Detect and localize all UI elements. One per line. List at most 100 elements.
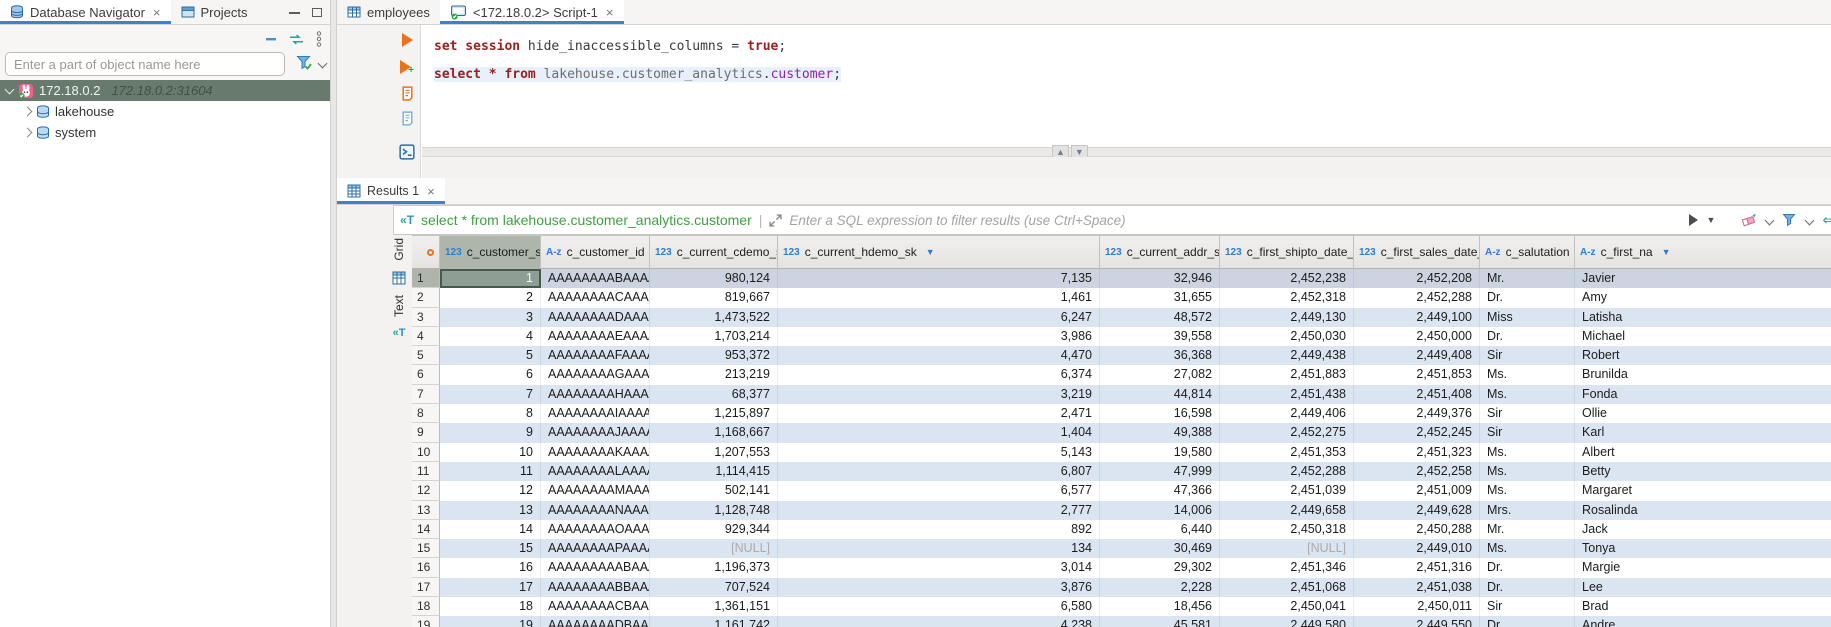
grid-cell[interactable]: 49,388 (1100, 423, 1220, 442)
row-number[interactable]: 7 (412, 385, 440, 404)
row-number[interactable]: 18 (412, 597, 440, 616)
grid-cell[interactable]: 213,219 (650, 365, 778, 384)
row-number[interactable]: 2 (412, 288, 440, 307)
row-number[interactable]: 19 (412, 616, 440, 627)
row-number[interactable]: 10 (412, 443, 440, 462)
grid-cell[interactable]: Mr. (1480, 520, 1575, 539)
grid-cell[interactable]: AAAAAAAACBAAAAAA (541, 597, 650, 616)
filter-input-placeholder[interactable]: Enter a SQL expression to filter results… (789, 213, 1125, 228)
grid-cell[interactable]: 1,361,151 (650, 597, 778, 616)
erase-options-chevron-icon[interactable] (1765, 215, 1775, 225)
view-menu-icon[interactable] (316, 31, 322, 47)
grid-cell[interactable]: AAAAAAAAFAAAAAAA (541, 346, 650, 365)
column-header-c_customer_id[interactable]: A-zc_customer_id▼ (541, 236, 650, 269)
grid-cell[interactable]: Rosalinda (1575, 501, 1831, 520)
filter-options-chevron-icon[interactable] (1805, 215, 1815, 225)
row-number[interactable]: 8 (412, 404, 440, 423)
filter-objects-icon[interactable] (296, 55, 313, 71)
tree-item-lakehouse[interactable]: lakehouse (0, 101, 330, 122)
grid-cell[interactable]: AAAAAAAABAAAAAAA (541, 269, 650, 288)
sql-line[interactable]: select * from lakehouse.customer_analyti… (434, 61, 1831, 89)
grid-cell[interactable]: 2,451,316 (1354, 558, 1480, 577)
grid-cell[interactable]: Ms. (1480, 443, 1575, 462)
grid-cell[interactable]: 2,449,376 (1354, 404, 1480, 423)
grid-cell[interactable]: 6,440 (1100, 520, 1220, 539)
grid-cell[interactable]: 1,196,373 (650, 558, 778, 577)
erase-filter-icon[interactable] (1741, 213, 1757, 227)
grid-cell[interactable]: 2,450,288 (1354, 520, 1480, 539)
grid-cell[interactable]: Andre (1575, 616, 1831, 627)
grid-cell[interactable]: 929,344 (650, 520, 778, 539)
grid-cell[interactable]: 6,247 (778, 308, 1100, 327)
grid-cell[interactable]: 27,082 (1100, 365, 1220, 384)
sql-editor[interactable]: + set session hide_inaccessible_columns … (337, 25, 1831, 178)
grid-cell[interactable]: 2,452,238 (1220, 269, 1354, 288)
grid-cell[interactable]: AAAAAAAAKAAAAAAA (541, 443, 650, 462)
close-icon[interactable]: × (153, 5, 161, 20)
grid-cell[interactable]: 1,404 (778, 423, 1100, 442)
chevron-down-icon[interactable] (5, 84, 15, 94)
chevron-right-icon[interactable] (23, 128, 33, 138)
row-number[interactable]: 4 (412, 327, 440, 346)
grid-cell[interactable]: 502,141 (650, 481, 778, 500)
grid-cell[interactable]: 30,469 (1100, 539, 1220, 558)
grid-cell[interactable]: 2,452,245 (1354, 423, 1480, 442)
grid-cell[interactable]: 2,449,550 (1354, 616, 1480, 627)
grid-cell[interactable]: 18,456 (1100, 597, 1220, 616)
grid-cell[interactable]: 2,449,010 (1354, 539, 1480, 558)
grid-cell[interactable]: 6 (440, 365, 541, 384)
row-number[interactable]: 17 (412, 578, 440, 597)
grid-cell[interactable]: 892 (778, 520, 1100, 539)
panel-sash[interactable] (330, 0, 337, 627)
object-filter-input[interactable] (5, 52, 285, 76)
editor-horizontal-scrollbar[interactable]: ▲ ▼ (422, 147, 1831, 157)
column-header-c_current_cdemo_sk[interactable]: 123c_current_cdemo_sk▼ (650, 236, 778, 269)
grid-cell[interactable]: Javier (1575, 269, 1831, 288)
grid-cell[interactable]: Dr. (1480, 578, 1575, 597)
grid-cell[interactable]: 45,581 (1100, 616, 1220, 627)
grid-cell[interactable]: 2,452,208 (1354, 269, 1480, 288)
grid-cell[interactable]: 5,143 (778, 443, 1100, 462)
grid-cell[interactable]: 2,449,438 (1220, 346, 1354, 365)
tab-database-navigator[interactable]: Database Navigator × (0, 0, 171, 24)
filter-history-chevron-icon[interactable]: ▼ (1707, 215, 1716, 225)
grid-cell[interactable]: 2,449,658 (1220, 501, 1354, 520)
grid-cell[interactable]: 2,451,853 (1354, 365, 1480, 384)
grid-cell[interactable]: Karl (1575, 423, 1831, 442)
grid-cell[interactable]: AAAAAAAAMAAAAAAA (541, 481, 650, 500)
row-number[interactable]: 16 (412, 558, 440, 577)
row-number[interactable]: 13 (412, 501, 440, 520)
grid-cell[interactable]: 2,451,038 (1354, 578, 1480, 597)
grid-cell[interactable]: Sir (1480, 346, 1575, 365)
grid-cell[interactable]: 2,449,408 (1354, 346, 1480, 365)
execute-new-tab-icon[interactable]: + (400, 57, 414, 76)
row-number[interactable]: 12 (412, 481, 440, 500)
grid-cell[interactable]: Miss (1480, 308, 1575, 327)
open-sql-console-icon[interactable] (399, 144, 415, 160)
grid-cell[interactable]: AAAAAAAABBAAAAAA (541, 578, 650, 597)
minimize-icon[interactable] (289, 11, 300, 14)
grid-cell[interactable]: 47,366 (1100, 481, 1220, 500)
grid-cell[interactable]: 134 (778, 539, 1100, 558)
grid-cell[interactable]: 39,558 (1100, 327, 1220, 346)
row-number[interactable]: 9 (412, 423, 440, 442)
grid-cell[interactable]: AAAAAAAAJAAAAAAA (541, 423, 650, 442)
grid-cell[interactable]: 2,451,883 (1220, 365, 1354, 384)
grid-cell[interactable]: 3,014 (778, 558, 1100, 577)
grid-cell[interactable]: 19,580 (1100, 443, 1220, 462)
grid-cell[interactable]: Margie (1575, 558, 1831, 577)
grid-cell[interactable]: 6,580 (778, 597, 1100, 616)
grid-cell[interactable]: 2,452,318 (1220, 288, 1354, 307)
grid-cell[interactable]: 2,450,011 (1354, 597, 1480, 616)
grid-cell[interactable]: 1,128,748 (650, 501, 778, 520)
grid-cell[interactable]: 2,450,000 (1354, 327, 1480, 346)
row-number[interactable]: 14 (412, 520, 440, 539)
row-number[interactable]: 6 (412, 365, 440, 384)
grid-cell[interactable]: 4,238 (778, 616, 1100, 627)
tree-item-system[interactable]: system (0, 122, 330, 143)
grid-cell[interactable]: 1 (440, 269, 541, 288)
grid-cell[interactable]: 31,655 (1100, 288, 1220, 307)
tree-item-connection[interactable]: 172.18.0.2 172.18.0.2:31604 (0, 80, 330, 101)
close-icon[interactable]: × (427, 184, 435, 199)
grid-cell[interactable]: 1,114,415 (650, 462, 778, 481)
